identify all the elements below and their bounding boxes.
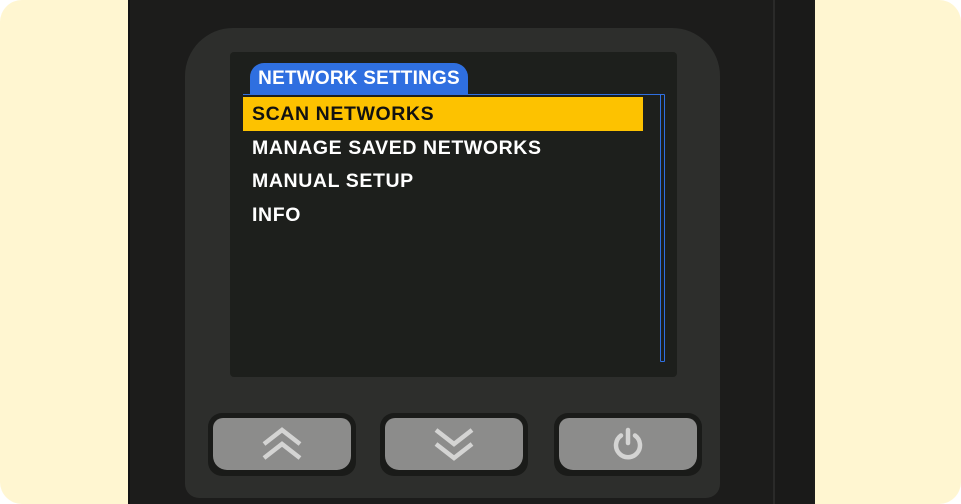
down-button-face[interactable] bbox=[385, 418, 523, 470]
power-button[interactable] bbox=[554, 413, 702, 476]
double-chevron-up-icon bbox=[260, 427, 304, 461]
device-edge bbox=[773, 0, 813, 504]
menu-item-manual-setup[interactable]: MANUAL SETUP bbox=[243, 164, 643, 198]
menu-item-info[interactable]: INFO bbox=[243, 198, 643, 232]
scrollbar[interactable] bbox=[660, 94, 665, 362]
power-button-face[interactable] bbox=[559, 418, 697, 470]
power-icon bbox=[610, 426, 646, 462]
screen-title: NETWORK SETTINGS bbox=[250, 63, 468, 95]
down-button[interactable] bbox=[380, 413, 528, 476]
menu-item-scan-networks[interactable]: SCAN NETWORKS bbox=[243, 97, 643, 131]
double-chevron-down-icon bbox=[432, 427, 476, 461]
background: NETWORK SETTINGS SCAN NETWORKS MANAGE SA… bbox=[0, 0, 961, 504]
menu-list: SCAN NETWORKS MANAGE SAVED NETWORKS MANU… bbox=[243, 97, 643, 231]
up-button-face[interactable] bbox=[213, 418, 351, 470]
menu-item-manage-saved-networks[interactable]: MANAGE SAVED NETWORKS bbox=[243, 131, 643, 165]
up-button[interactable] bbox=[208, 413, 356, 476]
